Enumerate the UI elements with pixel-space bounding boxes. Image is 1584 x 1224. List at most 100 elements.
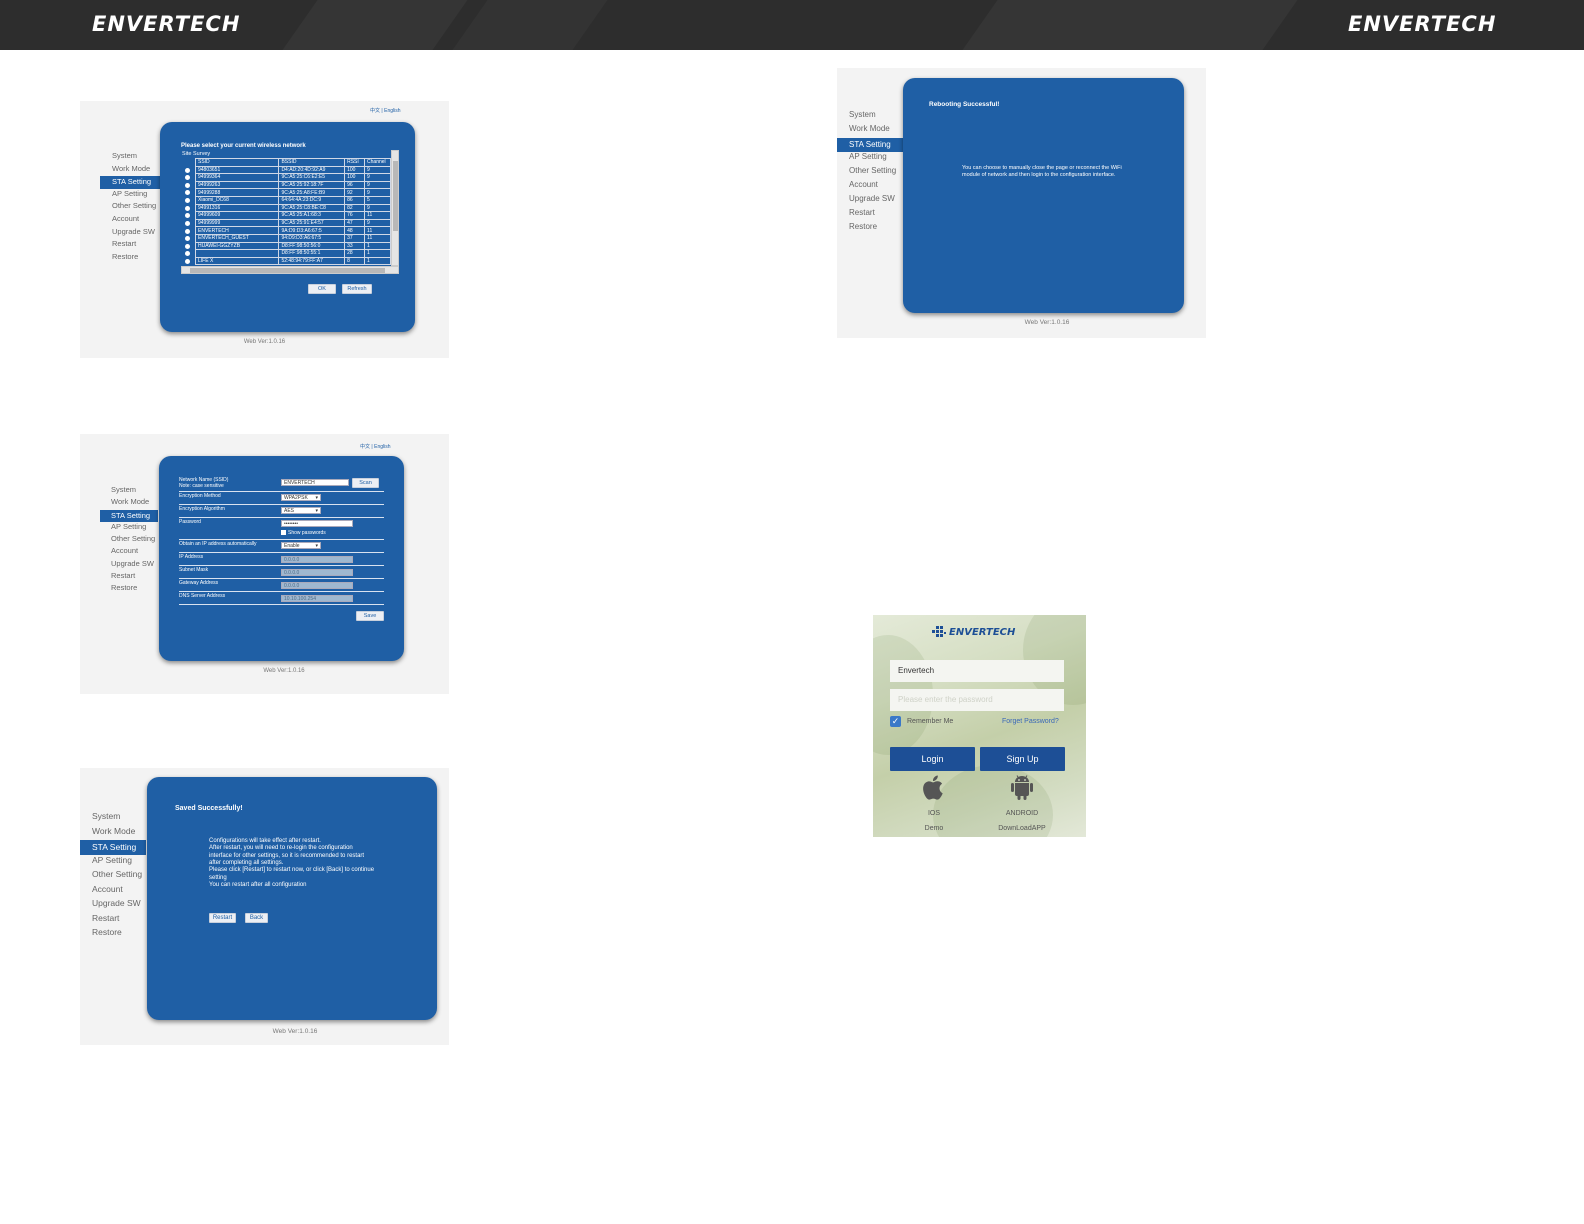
- menu-item-other-setting[interactable]: Other Setting: [100, 534, 158, 546]
- network-row[interactable]: 94803651 D4:AD:20:4D:92:A9 100 9: [194, 165, 391, 175]
- remember-me-checkbox[interactable]: ✓: [890, 716, 901, 727]
- encryption-algorithm-value: AES: [284, 508, 295, 514]
- network-radio-button[interactable]: [185, 220, 190, 226]
- demo-link[interactable]: Demo: [904, 825, 964, 832]
- network-radio-button[interactable]: [185, 259, 190, 265]
- menu-item-other-setting[interactable]: Other Setting: [837, 166, 912, 180]
- menu-item-other-setting[interactable]: Other Setting: [100, 201, 160, 214]
- menu-item-sta-setting[interactable]: STA Setting: [837, 138, 912, 152]
- menu-item-restart[interactable]: Restart: [100, 239, 160, 252]
- language-switch: 中文 | English: [360, 443, 391, 450]
- network-radio-button[interactable]: [185, 182, 190, 188]
- network-row[interactable]: 94999263 9C:A5:25:92:18:7F 96 9: [194, 180, 391, 190]
- download-app-link[interactable]: DownLoadAPP: [992, 825, 1052, 832]
- encryption-algorithm-select[interactable]: AES ▾: [281, 507, 321, 514]
- gateway-input[interactable]: 0.0.0.0: [281, 582, 353, 589]
- network-radio-button[interactable]: [185, 190, 190, 196]
- ok-button[interactable]: OK: [308, 284, 336, 294]
- network-radio-button[interactable]: [185, 251, 190, 257]
- network-row[interactable]: 94999609 9C:A5:25:A1:68:3 76 11: [194, 211, 391, 220]
- menu-item-account[interactable]: Account: [837, 180, 912, 194]
- network-radio-button[interactable]: [185, 243, 190, 249]
- menu-item-ap-setting[interactable]: AP Setting: [100, 189, 160, 202]
- menu-item-sta-setting[interactable]: STA Setting: [100, 176, 160, 189]
- lang-chinese-link[interactable]: 中文: [360, 444, 370, 450]
- cell-ssid: LIFE X: [194, 256, 280, 266]
- username-input[interactable]: Envertech: [890, 660, 1064, 682]
- network-radio-button[interactable]: [185, 175, 190, 181]
- menu-item-account[interactable]: Account: [100, 546, 158, 558]
- lang-chinese-link[interactable]: 中文: [370, 108, 380, 114]
- lang-english-link[interactable]: English: [384, 108, 400, 114]
- menu-item-restore[interactable]: Restore: [100, 583, 158, 595]
- saved-panel: Saved Successfully! Configurations will …: [147, 777, 437, 1020]
- login-button[interactable]: Login: [890, 747, 975, 771]
- menu-item-ap-setting[interactable]: AP Setting: [837, 152, 912, 166]
- menu-item-system[interactable]: System: [837, 110, 912, 124]
- menu-item-sta-setting[interactable]: STA Setting: [100, 509, 158, 522]
- menu-item-system[interactable]: System: [80, 811, 146, 826]
- encryption-method-select[interactable]: WPA2PSK ▾: [281, 494, 321, 501]
- network-row[interactable]: 94999999 9C:A5:25:91:E4:57 47 9: [194, 218, 391, 228]
- menu-item-work-mode[interactable]: Work Mode: [80, 826, 146, 841]
- password-input[interactable]: Please enter the password: [890, 689, 1064, 711]
- menu-item-sta-setting[interactable]: STA Setting: [80, 840, 146, 855]
- scan-button[interactable]: Scan: [352, 478, 379, 488]
- ip-input[interactable]: 0.0.0.0: [281, 556, 353, 563]
- show-password-checkbox[interactable]: [281, 530, 286, 536]
- network-row[interactable]: 94991316 9C:A5:25:C8:BE:C8 82 9: [194, 203, 391, 213]
- forget-password-link[interactable]: Forget Password?: [1002, 718, 1059, 725]
- menu-item-restore[interactable]: Restore: [100, 252, 160, 265]
- horizontal-scrollbar[interactable]: [181, 266, 399, 274]
- menu-item-system[interactable]: System: [100, 485, 158, 497]
- vertical-scrollbar[interactable]: [391, 150, 399, 266]
- saved-message: Configurations will take effect after re…: [209, 838, 399, 889]
- network-row[interactable]: ENVERTECH 9A:D9:D3:A6:67:5 48 11: [194, 226, 391, 235]
- menu-item-restart[interactable]: Restart: [80, 913, 146, 928]
- password-input[interactable]: ••••••••: [281, 520, 353, 527]
- network-radio-button[interactable]: [185, 205, 190, 211]
- network-row[interactable]: 94999364 9C:A5:25:C6:E2:E5 100 9: [194, 173, 391, 182]
- menu-item-ap-setting[interactable]: AP Setting: [80, 855, 146, 870]
- network-radio-button[interactable]: [185, 198, 190, 204]
- dhcp-select[interactable]: Enable ▾: [281, 542, 321, 549]
- menu-item-work-mode[interactable]: Work Mode: [837, 124, 912, 138]
- network-radio-button[interactable]: [185, 213, 190, 219]
- menu-item-account[interactable]: Account: [100, 214, 160, 227]
- menu-item-restore[interactable]: Restore: [80, 927, 146, 942]
- menu-item-restart[interactable]: Restart: [100, 571, 158, 583]
- dns-input[interactable]: 10.10.100.254: [281, 595, 353, 602]
- network-row[interactable]: D8:FF:98:50:55:1 28 1: [194, 249, 391, 258]
- network-radio-button[interactable]: [185, 167, 190, 173]
- network-row[interactable]: ENVERTECH_GUEST 94:D9:D3:A6:67:5 37 11: [194, 233, 391, 243]
- menu-item-upgrade-sw[interactable]: Upgrade SW: [80, 898, 146, 913]
- menu-item-restore[interactable]: Restore: [837, 222, 912, 236]
- apple-icon[interactable]: [919, 772, 949, 802]
- network-row[interactable]: Xiaomi_DC68 64:64:4A:23:DC:9 86 5: [194, 195, 391, 205]
- menu-item-work-mode[interactable]: Work Mode: [100, 497, 158, 509]
- menu-item-work-mode[interactable]: Work Mode: [100, 164, 160, 177]
- menu-item-upgrade-sw[interactable]: Upgrade SW: [100, 559, 158, 571]
- back-button[interactable]: Back: [245, 913, 268, 923]
- ssid-input[interactable]: ENVERTECH: [281, 479, 349, 486]
- lang-english-link[interactable]: English: [374, 444, 390, 450]
- refresh-button[interactable]: Refresh: [342, 284, 372, 294]
- android-icon[interactable]: [1007, 772, 1037, 802]
- network-radio-button[interactable]: [185, 236, 190, 242]
- menu-item-ap-setting[interactable]: AP Setting: [100, 522, 158, 534]
- encryption-method-value: WPA2PSK: [284, 495, 308, 501]
- mask-input[interactable]: 0.0.0.0: [281, 569, 353, 576]
- network-row[interactable]: 94999288 9C:A5:25:A8:FE:B9 92 9: [194, 188, 391, 197]
- save-button[interactable]: Save: [356, 611, 384, 621]
- network-radio-button[interactable]: [185, 228, 190, 234]
- menu-item-restart[interactable]: Restart: [837, 208, 912, 222]
- menu-item-upgrade-sw[interactable]: Upgrade SW: [100, 227, 160, 240]
- menu-item-other-setting[interactable]: Other Setting: [80, 869, 146, 884]
- sign-up-button[interactable]: Sign Up: [980, 747, 1065, 771]
- network-row[interactable]: HUAWEI-GGZYZB D8:FF:98:50:56:0 33 1: [194, 241, 391, 251]
- network-row[interactable]: LIFE X 52:48:94:79:FF:A7 8 1: [194, 256, 391, 266]
- restart-button[interactable]: Restart: [209, 913, 236, 923]
- menu-item-upgrade-sw[interactable]: Upgrade SW: [837, 194, 912, 208]
- menu-item-system[interactable]: System: [100, 151, 160, 164]
- menu-item-account[interactable]: Account: [80, 884, 146, 899]
